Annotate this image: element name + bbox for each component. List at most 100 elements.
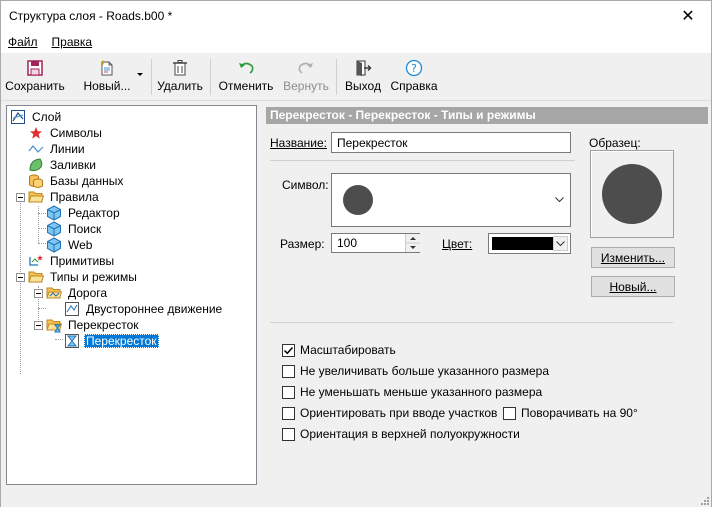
- tree-item-crossroad[interactable]: Перекресток: [46, 317, 141, 333]
- collapse-toggle[interactable]: [16, 193, 25, 202]
- chevron-down-icon: [556, 240, 565, 246]
- collapse-toggle[interactable]: [34, 321, 43, 330]
- tree-line: [55, 339, 63, 340]
- layer-tree[interactable]: Слой Символы Линии Заливки Базы данных П…: [6, 105, 257, 485]
- close-button[interactable]: ✕: [665, 1, 711, 31]
- color-label: Цвет:: [442, 237, 473, 251]
- panel-header: Перекресток - Перекресток - Типы и режим…: [266, 107, 708, 124]
- tree-item-layer[interactable]: Слой: [10, 109, 63, 125]
- menu-file[interactable]: Файл: [1, 35, 45, 49]
- folder-open-icon: [28, 269, 44, 285]
- tree-item-road[interactable]: Дорога: [46, 285, 109, 301]
- orient-input-label: Ориентировать при вводе участков: [300, 406, 498, 420]
- exit-button[interactable]: Выход: [342, 57, 384, 99]
- save-icon: [24, 57, 46, 79]
- tree-item-types-modes[interactable]: Типы и режимы: [28, 269, 139, 285]
- tree-item-label: Типы и режимы: [50, 270, 137, 284]
- orient-upper-checkbox[interactable]: [282, 427, 295, 441]
- scale-option-label: Масштабировать: [300, 343, 396, 357]
- cube-icon: [46, 237, 62, 253]
- window-title: Структура слоя - Roads.b00 *: [9, 9, 173, 23]
- tree-item-symbols[interactable]: Символы: [28, 125, 104, 141]
- help-button[interactable]: ? Справка: [389, 57, 439, 99]
- tree-item-label: Заливки: [50, 158, 96, 172]
- new-symbol-button[interactable]: Новый...: [591, 276, 675, 297]
- collapse-toggle[interactable]: [16, 273, 25, 282]
- exit-door-icon: [352, 57, 374, 79]
- symbol-preview: [590, 150, 674, 238]
- tree-line: [38, 213, 46, 214]
- toolbar-separator: [336, 59, 337, 95]
- layer-structure-window: Структура слоя - Roads.b00 * ✕ Файл Прав…: [0, 0, 712, 507]
- color-dropdown[interactable]: [553, 236, 568, 251]
- tree-item-crossroad-selected[interactable]: Перекресток: [64, 333, 159, 349]
- resize-grip-icon[interactable]: [699, 495, 709, 505]
- size-label: Размер:: [280, 237, 325, 251]
- menu-edit[interactable]: Правка: [45, 35, 100, 49]
- sample-label: Образец:: [589, 136, 641, 150]
- no-increase-checkbox[interactable]: [282, 364, 295, 378]
- scale-checkbox[interactable]: [282, 343, 295, 357]
- tree-item-editor[interactable]: Редактор: [46, 205, 122, 221]
- color-picker[interactable]: [488, 233, 571, 254]
- preview-circle: [602, 164, 662, 224]
- rotate-90-option[interactable]: Поворачивать на 90°: [503, 406, 638, 420]
- change-button-label: Изменить...: [600, 250, 666, 265]
- cube-icon: [46, 205, 62, 221]
- tree-line: [38, 243, 46, 244]
- svg-text:?: ?: [411, 62, 417, 75]
- rotate-90-checkbox[interactable]: [503, 406, 516, 420]
- new-button[interactable]: Новый...: [81, 57, 133, 99]
- redo-button[interactable]: Вернуть: [282, 57, 330, 99]
- cube-icon: [46, 221, 62, 237]
- hourglass-icon: [64, 333, 80, 349]
- tree-item-two-way[interactable]: Двустороннее движение: [64, 301, 224, 317]
- tree-item-databases[interactable]: Базы данных: [28, 173, 125, 189]
- scale-option[interactable]: Масштабировать: [282, 343, 396, 357]
- undo-icon: [235, 57, 257, 79]
- tree-item-primitives[interactable]: Примитивы: [28, 253, 116, 269]
- line-type-icon: [64, 301, 80, 317]
- tree-item-label: Символы: [50, 126, 102, 140]
- collapse-toggle[interactable]: [34, 289, 43, 298]
- symbol-select[interactable]: [331, 173, 571, 227]
- title-bar: Структура слоя - Roads.b00 * ✕: [1, 1, 711, 31]
- tree-item-rules[interactable]: Правила: [28, 189, 101, 205]
- size-spinner[interactable]: [405, 234, 420, 252]
- change-button[interactable]: Изменить...: [591, 247, 675, 268]
- tree-item-label: Редактор: [68, 206, 120, 220]
- tree-item-fills[interactable]: Заливки: [28, 157, 98, 173]
- database-icon: [28, 173, 44, 189]
- orient-input-checkbox[interactable]: [282, 406, 295, 420]
- layer-icon: [10, 109, 26, 125]
- menu-file-label: Файл: [8, 35, 38, 49]
- no-decrease-option[interactable]: Не уменьшать меньше указанного размера: [282, 385, 542, 399]
- size-input[interactable]: 100: [331, 233, 420, 253]
- folder-open-icon: [28, 189, 44, 205]
- exit-label: Выход: [345, 79, 381, 93]
- orient-upper-label: Ориентация в верхней полуокружности: [300, 427, 520, 441]
- tree-item-label: Web: [68, 238, 93, 252]
- save-button[interactable]: Сохранить: [5, 57, 65, 99]
- new-dropdown-arrow[interactable]: [137, 73, 143, 76]
- no-decrease-checkbox[interactable]: [282, 385, 295, 399]
- undo-button[interactable]: Отменить: [217, 57, 275, 99]
- save-label: Сохранить: [5, 79, 65, 93]
- delete-button[interactable]: Удалить: [157, 57, 203, 99]
- tree-item-label: Перекресток: [84, 334, 159, 348]
- toolbar: Сохранить Новый... Удалить Отменить Верн…: [1, 53, 711, 101]
- checkmark-icon: [283, 346, 294, 354]
- tree-item-search[interactable]: Поиск: [46, 221, 103, 237]
- tree-item-label: Дорога: [68, 286, 108, 300]
- tree-item-lines[interactable]: Линии: [28, 141, 87, 157]
- symbol-label: Символ:: [282, 178, 329, 192]
- no-increase-option[interactable]: Не увеличивать больше указанного размера: [282, 364, 549, 378]
- divider: [270, 160, 575, 161]
- tree-item-label: Правила: [50, 190, 99, 204]
- tree-item-label: Двустороннее движение: [86, 302, 223, 316]
- orient-input-option[interactable]: Ориентировать при вводе участков: [282, 406, 497, 420]
- orient-upper-option[interactable]: Ориентация в верхней полуокружности: [282, 427, 520, 441]
- name-input[interactable]: Перекресток: [331, 132, 571, 153]
- help-label: Справка: [390, 79, 438, 93]
- tree-item-web[interactable]: Web: [46, 237, 94, 253]
